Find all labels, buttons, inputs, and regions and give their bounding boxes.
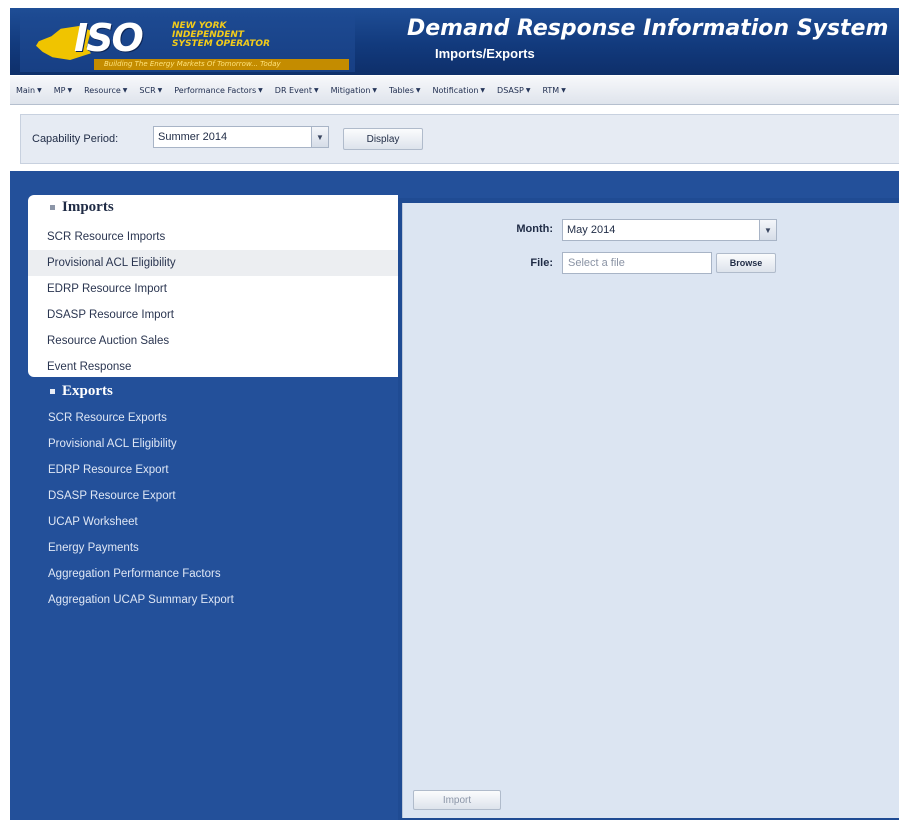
menu-label: RTM xyxy=(542,85,560,95)
exports-section-header[interactable]: Exports xyxy=(50,383,113,400)
sidebar-item-dsasp-resource-export[interactable]: DSASP Resource Export xyxy=(48,490,176,502)
caret-down-icon: ▼ xyxy=(157,86,163,94)
app-header: ISO New York Independent System Operator… xyxy=(10,8,899,75)
sidebar-item-scr-resource-imports[interactable]: SCR Resource Imports xyxy=(28,224,398,250)
caret-down-icon: ▼ xyxy=(67,86,73,94)
menu-dr-event[interactable]: DR Event ▼ xyxy=(275,86,319,95)
caret-down-icon: ▼ xyxy=(372,86,378,94)
imports-section-header[interactable]: Imports xyxy=(50,199,114,216)
menu-tables[interactable]: Tables ▼ xyxy=(389,86,420,95)
logo-tagline: Building The Energy Markets Of Tomorrow.… xyxy=(94,59,349,70)
capability-period-select[interactable]: Summer 2014 ▼ xyxy=(153,126,329,148)
sidebar-item-provisional-acl-eligibility-export[interactable]: Provisional ACL Eligibility xyxy=(48,438,177,450)
sidebar-item-resource-auction-sales[interactable]: Resource Auction Sales xyxy=(28,328,398,354)
menu-label: Tables xyxy=(389,85,414,95)
caret-down-icon: ▼ xyxy=(525,86,531,94)
expand-icon xyxy=(50,389,55,394)
menu-label: SCR xyxy=(139,85,156,95)
menu-label: Performance Factors xyxy=(174,85,257,95)
sidebar-item-aggregation-performance-factors[interactable]: Aggregation Performance Factors xyxy=(48,568,221,580)
month-select[interactable]: May 2014 ▼ xyxy=(562,219,777,241)
exports-title: Exports xyxy=(62,383,113,399)
menu-main[interactable]: Main ▼ xyxy=(16,86,42,95)
menu-label: Mitigation xyxy=(330,85,371,95)
file-placeholder: Select a file xyxy=(568,257,625,269)
menu-notification[interactable]: Notification ▼ xyxy=(433,86,486,95)
sidebar: Imports SCR Resource Imports Provisional… xyxy=(10,190,398,820)
caret-down-icon: ▼ xyxy=(561,86,566,94)
menu-mitigation[interactable]: Mitigation ▼ xyxy=(331,86,377,95)
sidebar-item-scr-resource-exports[interactable]: SCR Resource Exports xyxy=(48,412,167,424)
menu-resource[interactable]: Resource ▼ xyxy=(84,86,127,95)
sidebar-item-provisional-acl-eligibility-import[interactable]: Provisional ACL Eligibility xyxy=(28,250,398,276)
import-form-panel: Month: May 2014 ▼ File: Select a file Br… xyxy=(402,203,899,818)
menu-label: Resource xyxy=(84,85,121,95)
capability-period-value: Summer 2014 xyxy=(158,131,228,143)
collapse-icon xyxy=(50,205,55,210)
menu-label: MP xyxy=(53,85,66,95)
sidebar-item-energy-payments[interactable]: Energy Payments xyxy=(48,542,139,554)
file-label: File: xyxy=(530,257,553,269)
month-value: May 2014 xyxy=(567,224,616,236)
logo-org-name: New York Independent System Operator xyxy=(172,22,322,49)
main-menu-bar: Main ▼ MP ▼ Resource ▼ SCR ▼ Performance Fac… xyxy=(10,76,899,105)
imports-panel: Imports SCR Resource Imports Provisional… xyxy=(28,195,398,377)
caret-down-icon: ▼ xyxy=(415,86,421,94)
caret-down-icon: ▼ xyxy=(258,86,263,94)
import-button[interactable]: Import xyxy=(413,790,501,810)
capability-period-label: Capability Period: xyxy=(32,133,119,145)
sidebar-item-aggregation-ucap-summary-export[interactable]: Aggregation UCAP Summary Export xyxy=(48,594,234,606)
menu-label: DR Event xyxy=(274,85,312,95)
sidebar-item-ucap-worksheet[interactable]: UCAP Worksheet xyxy=(48,516,138,528)
file-path-input[interactable]: Select a file xyxy=(562,252,712,274)
browse-button[interactable]: Browse xyxy=(716,253,776,273)
sidebar-item-dsasp-resource-import[interactable]: DSASP Resource Import xyxy=(28,302,398,328)
toolbar-panel xyxy=(20,114,899,164)
logo-iso-text: ISO xyxy=(74,16,144,60)
logo-org-line: System Operator xyxy=(172,39,271,49)
caret-down-icon: ▼ xyxy=(122,86,128,94)
capability-toolbar: Capability Period: Summer 2014 ▼ Display xyxy=(10,106,899,171)
menu-dsasp[interactable]: DSASP ▼ xyxy=(497,86,530,95)
month-label: Month: xyxy=(516,223,553,235)
nyiso-logo[interactable]: ISO New York Independent System Operator… xyxy=(20,14,355,72)
menu-performance-factors[interactable]: Performance Factors ▼ xyxy=(174,86,263,95)
sidebar-item-edrp-resource-import[interactable]: EDRP Resource Import xyxy=(28,276,398,302)
menu-mp[interactable]: MP ▼ xyxy=(54,86,72,95)
menu-label: Main xyxy=(16,85,36,95)
menu-label: DSASP xyxy=(497,85,524,95)
caret-down-icon: ▼ xyxy=(480,86,486,94)
sidebar-item-event-response[interactable]: Event Response xyxy=(28,354,398,380)
app-title: Demand Response Information System xyxy=(407,16,889,41)
dropdown-arrow-icon[interactable]: ▼ xyxy=(311,127,328,147)
caret-down-icon: ▼ xyxy=(313,86,319,94)
dropdown-arrow-icon[interactable]: ▼ xyxy=(759,220,776,240)
sidebar-item-edrp-resource-export[interactable]: EDRP Resource Export xyxy=(48,464,169,476)
menu-scr[interactable]: SCR ▼ xyxy=(139,86,162,95)
display-button[interactable]: Display xyxy=(343,128,423,150)
menu-label: Notification xyxy=(432,85,479,95)
page-title: Imports/Exports xyxy=(435,46,535,61)
main-content: Month: May 2014 ▼ File: Select a file Br… xyxy=(398,198,899,820)
caret-down-icon: ▼ xyxy=(37,86,42,94)
menu-rtm[interactable]: RTM ▼ xyxy=(542,86,565,95)
imports-title: Imports xyxy=(62,199,114,215)
